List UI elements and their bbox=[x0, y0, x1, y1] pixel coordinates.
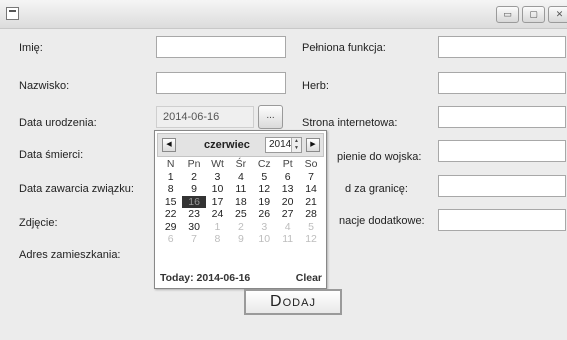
calendar-day-other-month[interactable]: 11 bbox=[276, 233, 299, 246]
last-name-field[interactable] bbox=[156, 72, 286, 94]
calendar-day[interactable]: 4 bbox=[229, 171, 252, 184]
weekday: Cz bbox=[257, 158, 271, 170]
weekday: Pt bbox=[282, 158, 293, 170]
calendar-day[interactable]: 2 bbox=[182, 171, 205, 184]
calendar-day[interactable]: 24 bbox=[206, 208, 229, 221]
calendar-day[interactable]: 25 bbox=[229, 208, 252, 221]
calendar-grid: N Pn Wt Śr Cz Pt So 1 2 3 4 5 6 7 8 9 10… bbox=[159, 158, 323, 246]
calendar-day[interactable]: 11 bbox=[229, 183, 252, 196]
today-link[interactable]: Today: 2014-06-16 bbox=[160, 272, 250, 284]
calendar-day[interactable]: 28 bbox=[299, 208, 322, 221]
calendar-day-other-month[interactable]: 4 bbox=[276, 221, 299, 234]
window-controls: ▭ ▢ ✕ bbox=[496, 6, 567, 23]
additional-info-label: nacje dodatkowe: bbox=[339, 215, 425, 227]
calendar-day-other-month[interactable]: 8 bbox=[206, 233, 229, 246]
birth-date-field[interactable]: 2014-06-16 bbox=[156, 106, 254, 128]
calendar-day[interactable]: 10 bbox=[206, 183, 229, 196]
calendar-day[interactable]: 30 bbox=[182, 221, 205, 234]
calendar-day[interactable]: 5 bbox=[253, 171, 276, 184]
coat-of-arms-field[interactable] bbox=[438, 72, 566, 94]
calendar-day[interactable]: 18 bbox=[229, 196, 252, 209]
function-label: Pełniona funkcja: bbox=[302, 42, 386, 54]
calendar-week: 15 16 17 18 19 20 21 bbox=[159, 195, 323, 209]
calendar-day[interactable]: 12 bbox=[253, 183, 276, 196]
calendar-week: 22 23 24 25 26 27 28 bbox=[159, 208, 323, 221]
calendar-day[interactable]: 19 bbox=[253, 196, 276, 209]
calendar-week: 1 2 3 4 5 6 7 bbox=[159, 171, 323, 184]
calendar-day[interactable]: 8 bbox=[159, 183, 182, 196]
calendar-header: ◀ czerwiec 2014 ▲ ▼ ▶ bbox=[157, 133, 324, 157]
calendar-day-other-month[interactable]: 6 bbox=[159, 233, 182, 246]
calendar-day[interactable]: 14 bbox=[299, 183, 322, 196]
death-date-label: Data śmierci: bbox=[19, 149, 84, 161]
calendar-day[interactable]: 15 bbox=[159, 196, 182, 209]
date-picker-button[interactable]: ... bbox=[258, 105, 283, 129]
calendar-week: 6 7 8 9 10 11 12 bbox=[159, 233, 323, 246]
calendar-day[interactable]: 9 bbox=[182, 183, 205, 196]
abroad-label: d za granicę: bbox=[345, 183, 408, 195]
prev-month-icon[interactable]: ◀ bbox=[162, 138, 176, 152]
first-name-field[interactable] bbox=[156, 36, 286, 58]
calendar-day-other-month[interactable]: 7 bbox=[182, 233, 205, 246]
month-label: czerwiec bbox=[204, 139, 250, 151]
photo-label: Zdjęcie: bbox=[19, 217, 58, 229]
calendar-day[interactable]: 7 bbox=[299, 171, 322, 184]
app-icon bbox=[6, 7, 19, 20]
calendar-day[interactable]: 22 bbox=[159, 208, 182, 221]
website-label: Strona internetowa: bbox=[302, 117, 398, 129]
calendar-day[interactable]: 27 bbox=[276, 208, 299, 221]
selected-day[interactable]: 16 bbox=[182, 195, 206, 208]
first-name-label: Imię: bbox=[19, 42, 43, 54]
calendar-day-other-month[interactable]: 5 bbox=[299, 221, 322, 234]
weekday: Śr bbox=[235, 158, 247, 170]
coat-of-arms-label: Herb: bbox=[302, 80, 329, 92]
last-name-label: Nazwisko: bbox=[19, 80, 70, 92]
spinner-arrows-icon[interactable]: ▲ ▼ bbox=[291, 138, 301, 152]
calendar-day[interactable]: 6 bbox=[276, 171, 299, 184]
abroad-field[interactable] bbox=[438, 175, 566, 197]
calendar-day[interactable]: 29 bbox=[159, 221, 182, 234]
calendar-day-other-month[interactable]: 1 bbox=[206, 221, 229, 234]
weekday: So bbox=[304, 158, 318, 170]
calendar-day[interactable]: 23 bbox=[182, 208, 205, 221]
calendar-week: 29 30 1 2 3 4 5 bbox=[159, 221, 323, 234]
calendar-day[interactable]: 21 bbox=[299, 196, 322, 209]
calendar-day[interactable]: 3 bbox=[206, 171, 229, 184]
calendar-day-other-month[interactable]: 12 bbox=[299, 233, 322, 246]
minimize-icon[interactable]: ▭ bbox=[496, 6, 519, 23]
calendar-day[interactable]: 13 bbox=[276, 183, 299, 196]
weekday: Wt bbox=[211, 158, 224, 170]
calendar-week: 8 9 10 11 12 13 14 bbox=[159, 183, 323, 196]
clear-link[interactable]: Clear bbox=[296, 272, 322, 284]
calendar-day-other-month[interactable]: 2 bbox=[229, 221, 252, 234]
additional-info-field[interactable] bbox=[438, 209, 566, 231]
year-value: 2014 bbox=[269, 139, 292, 150]
close-icon[interactable]: ✕ bbox=[548, 6, 567, 23]
website-field[interactable] bbox=[438, 106, 566, 128]
birth-date-label: Data urodzenia: bbox=[19, 117, 97, 129]
calendar-day[interactable]: 26 bbox=[253, 208, 276, 221]
weekday: Pn bbox=[187, 158, 201, 170]
marriage-date-label: Data zawarcia związku: bbox=[19, 183, 134, 195]
date-picker-popup: ◀ czerwiec 2014 ▲ ▼ ▶ N Pn Wt Śr Cz Pt So… bbox=[154, 130, 327, 289]
calendar-day[interactable]: 1 bbox=[159, 171, 182, 184]
next-month-icon[interactable]: ▶ bbox=[306, 138, 320, 152]
function-field[interactable] bbox=[438, 36, 566, 58]
military-field[interactable] bbox=[438, 140, 566, 162]
calendar-day[interactable]: 17 bbox=[206, 196, 229, 209]
calendar-day-other-month[interactable]: 10 bbox=[253, 233, 276, 246]
year-spinner[interactable]: 2014 ▲ ▼ bbox=[265, 137, 302, 153]
weekday-header: N Pn Wt Śr Cz Pt So bbox=[159, 158, 323, 171]
military-label: pienie do wojska: bbox=[337, 151, 422, 163]
calendar-day[interactable]: 20 bbox=[276, 196, 299, 209]
weekday: N bbox=[166, 158, 175, 170]
title-bar: ▭ ▢ ✕ bbox=[0, 0, 567, 29]
maximize-icon[interactable]: ▢ bbox=[522, 6, 545, 23]
add-button[interactable]: Dodaj bbox=[244, 289, 342, 315]
calendar-footer: Today: 2014-06-16 Clear bbox=[157, 271, 324, 286]
address-label: Adres zamieszkania: bbox=[19, 249, 121, 261]
calendar-day-other-month[interactable]: 9 bbox=[229, 233, 252, 246]
calendar-day-other-month[interactable]: 3 bbox=[253, 221, 276, 234]
